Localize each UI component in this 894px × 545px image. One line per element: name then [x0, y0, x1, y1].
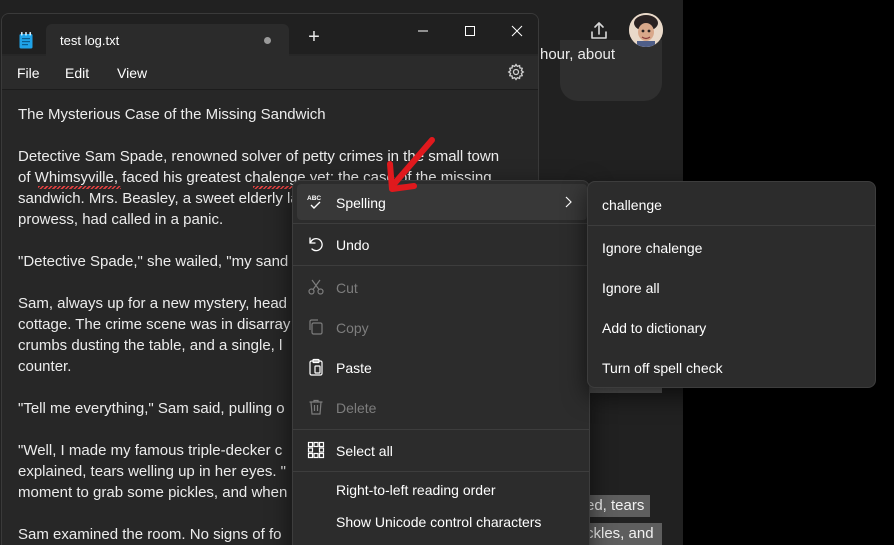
close-button[interactable]	[494, 17, 538, 45]
editor-text-line: Sam examined the room. No signs of fo	[18, 526, 282, 543]
svg-text:ABC: ABC	[307, 195, 321, 202]
editor-text-line: explained, tears welling up in her eyes.…	[18, 463, 286, 480]
notepad-app-icon	[19, 32, 33, 49]
menu-separator	[588, 225, 875, 226]
menu-item-undo[interactable]: Undo	[297, 226, 587, 262]
editor-text-line: "Well, I made my famous triple-decker c	[18, 442, 283, 459]
clipboard-icon	[307, 358, 325, 376]
unsaved-dot-icon[interactable]	[264, 37, 271, 44]
menu-item-show-unicode[interactable]: Show Unicode control characters	[297, 503, 587, 539]
scissors-icon	[307, 278, 325, 296]
menu-bar: File Edit View	[2, 56, 538, 90]
settings-gear-icon[interactable]	[507, 63, 525, 81]
maximize-icon	[465, 26, 475, 36]
menu-view[interactable]: View	[117, 65, 147, 81]
ignore-word-option[interactable]: Ignore chalenge	[602, 240, 702, 256]
minimize-icon	[418, 30, 428, 32]
trash-icon	[307, 398, 325, 416]
menu-item-select-all[interactable]: Select all	[297, 432, 587, 468]
menu-item-label: Select all	[336, 443, 393, 459]
menu-separator	[293, 429, 589, 430]
menu-item-delete[interactable]: Delete	[297, 389, 587, 425]
editor-text-line: counter.	[18, 358, 72, 375]
red-annotation-arrow-icon	[380, 134, 440, 196]
editor-text-line: Sam, always up for a new mystery, head	[18, 295, 288, 312]
menu-item-label: Undo	[336, 237, 370, 253]
menu-separator	[293, 223, 589, 224]
menu-item-label: Right-to-left reading order	[336, 482, 496, 498]
chat-text-line: ed, tears	[586, 497, 645, 514]
maximize-button[interactable]	[447, 17, 493, 45]
menu-separator	[293, 265, 589, 266]
menu-item-label: Copy	[336, 320, 369, 336]
title-bar: test log.txt +	[2, 14, 538, 56]
spell-check-icon: ABC	[307, 193, 325, 211]
menu-edit[interactable]: Edit	[65, 65, 89, 81]
tab-test-log[interactable]: test log.txt	[46, 24, 289, 56]
context-menu: ABC Spelling Undo Cut Copy Paste Delete …	[292, 180, 590, 545]
menu-item-label: Cut	[336, 280, 358, 296]
menu-item-spelling[interactable]: ABC Spelling	[297, 184, 587, 220]
minimize-button[interactable]	[400, 17, 446, 45]
spell-error-squiggle	[253, 186, 293, 189]
undo-icon	[307, 235, 325, 253]
editor-text-line: prowess, had called in a panic.	[18, 211, 224, 228]
menu-item-cut[interactable]: Cut	[297, 269, 587, 305]
ignore-all-option[interactable]: Ignore all	[602, 280, 660, 296]
chat-text-line: ckles, and	[586, 525, 654, 542]
editor-text-line: "Detective Spade," she wailed, "my sand	[18, 253, 289, 270]
suggestion-challenge[interactable]: challenge	[602, 197, 662, 213]
menu-item-label: Paste	[336, 360, 372, 376]
menu-item-label: Show Unicode control characters	[336, 514, 542, 530]
editor-text-line: sandwich. Mrs. Beasley, a sweet elderly …	[18, 190, 299, 207]
close-icon	[511, 25, 523, 37]
copy-icon	[307, 318, 325, 336]
chevron-right-icon	[563, 195, 573, 209]
new-tab-button[interactable]: +	[303, 26, 325, 48]
menu-item-rtl-reading-order[interactable]: Right-to-left reading order	[297, 471, 587, 507]
share-icon[interactable]	[585, 17, 613, 45]
add-to-dictionary-option[interactable]: Add to dictionary	[602, 320, 706, 336]
menu-file[interactable]: File	[17, 65, 40, 81]
menu-item-label: Spelling	[336, 195, 386, 211]
turn-off-spell-check-option[interactable]: Turn off spell check	[602, 360, 723, 376]
editor-text-line: cottage. The crime scene was in disarray	[18, 316, 291, 333]
tab-title: test log.txt	[60, 33, 120, 48]
menu-item-copy[interactable]: Copy	[297, 309, 587, 345]
select-all-icon	[307, 441, 325, 459]
spelling-submenu: challenge Ignore chalenge Ignore all Add…	[587, 181, 876, 388]
editor-text-line: The Mysterious Case of the Missing Sandw…	[18, 106, 326, 123]
editor-text-line: crumbs dusting the table, and a single, …	[18, 337, 283, 354]
chat-message-text: hour, about	[540, 46, 616, 63]
menu-item-label: Delete	[336, 400, 377, 416]
user-avatar[interactable]	[629, 13, 663, 47]
editor-text-line: moment to grab some pickles, and when	[18, 484, 288, 501]
editor-text-line: "Tell me everything," Sam said, pulling …	[18, 400, 285, 417]
spell-error-squiggle	[38, 186, 121, 189]
menu-item-paste[interactable]: Paste	[297, 349, 587, 385]
